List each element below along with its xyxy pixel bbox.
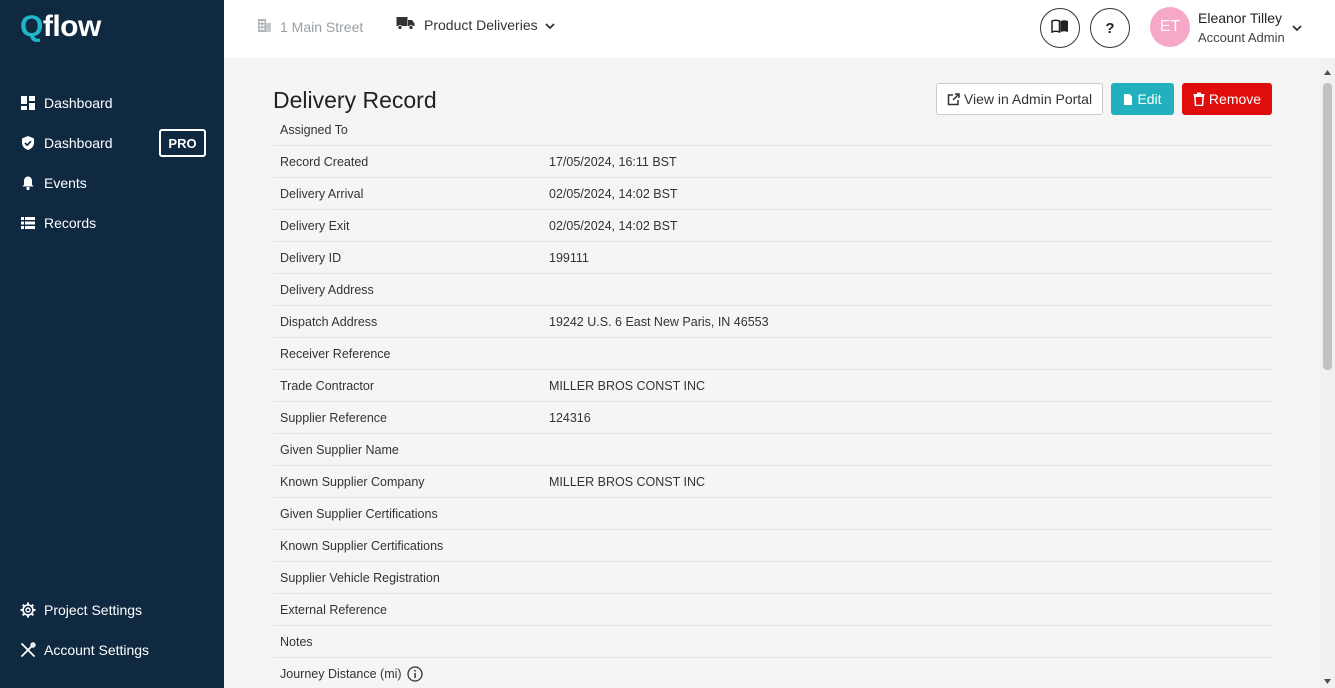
table-row: Delivery Exit 02/05/2024, 14:02 BST: [273, 210, 1272, 242]
site-selector[interactable]: 1 Main Street: [256, 17, 363, 36]
chevron-down-icon: [544, 17, 555, 33]
table-row: Known Supplier Certifications: [273, 530, 1272, 562]
table-row: Receiver Reference: [273, 338, 1272, 370]
pro-badge: PRO: [159, 129, 206, 157]
sidebar-item-dashboard[interactable]: Dashboard: [20, 91, 113, 115]
topbar: 1 Main Street Product Deliveries ? ET El…: [224, 0, 1335, 58]
tools-icon: [20, 642, 36, 658]
table-row: External Reference: [273, 594, 1272, 626]
edit-button[interactable]: Edit: [1111, 83, 1174, 115]
sidebar-item-records[interactable]: Records: [20, 211, 96, 235]
external-link-icon: [947, 92, 960, 106]
module-selector[interactable]: Product Deliveries: [396, 16, 555, 33]
table-row: Supplier Vehicle Registration: [273, 562, 1272, 594]
gear-icon: [20, 602, 36, 618]
table-row: Known Supplier Company MILLER BROS CONST …: [273, 466, 1272, 498]
table-row: Given Supplier Name: [273, 434, 1272, 466]
table-row: Trade Contractor MILLER BROS CONST INC: [273, 370, 1272, 402]
scrollbar-thumb[interactable]: [1323, 83, 1332, 370]
sidebar: Qflow Dashboard Dashboard PRO Events Rec…: [0, 0, 224, 688]
record-details: Assigned To Record Created 17/05/2024, 16…: [273, 115, 1272, 688]
building-icon: [256, 17, 272, 36]
help-button[interactable]: ?: [1090, 8, 1130, 48]
table-row: Delivery ID 199111: [273, 242, 1272, 274]
bell-icon: [20, 175, 36, 191]
user-menu-chevron-icon[interactable]: [1292, 19, 1302, 37]
table-row: Journey Distance (mi): [273, 658, 1272, 688]
page-title: Delivery Record: [273, 87, 437, 113]
user-name[interactable]: Eleanor Tilley: [1198, 10, 1282, 26]
scrollbar[interactable]: [1320, 58, 1335, 688]
table-row: Delivery Arrival 02/05/2024, 14:02 BST: [273, 178, 1272, 210]
table-row: Notes: [273, 626, 1272, 658]
sidebar-item-project-settings[interactable]: Project Settings: [20, 598, 142, 622]
dashboard-grid-icon: [20, 95, 36, 111]
qflow-logo[interactable]: Qflow: [20, 10, 101, 44]
truck-icon: [396, 16, 415, 33]
sidebar-item-account-settings[interactable]: Account Settings: [20, 638, 149, 662]
guide-button[interactable]: [1040, 8, 1080, 48]
info-icon[interactable]: [406, 665, 423, 682]
table-row: Given Supplier Certifications: [273, 498, 1272, 530]
view-admin-portal-button[interactable]: View in Admin Portal: [936, 83, 1103, 115]
main-content: Delivery Record View in Admin Portal Edi…: [224, 58, 1320, 688]
table-row: Dispatch Address 19242 U.S. 6 East New Pa…: [273, 306, 1272, 338]
table-row: Delivery Address: [273, 274, 1272, 306]
sidebar-item-events[interactable]: Events: [20, 171, 87, 195]
scroll-up-arrow-icon[interactable]: [1323, 64, 1332, 75]
trash-icon: [1193, 92, 1205, 106]
remove-button[interactable]: Remove: [1182, 83, 1272, 115]
scroll-down-arrow-icon[interactable]: [1323, 673, 1332, 684]
edit-icon: [1123, 93, 1133, 106]
avatar[interactable]: ET: [1150, 7, 1190, 47]
table-row: Record Created 17/05/2024, 16:11 BST: [273, 146, 1272, 178]
table-row: Assigned To: [273, 115, 1272, 146]
shield-check-icon: [20, 135, 36, 151]
list-icon: [20, 215, 36, 231]
table-row: Supplier Reference 124316: [273, 402, 1272, 434]
sidebar-item-dashboard-pro[interactable]: Dashboard: [20, 131, 113, 155]
user-role: Account Admin: [1198, 30, 1285, 45]
book-icon: [1051, 19, 1069, 37]
